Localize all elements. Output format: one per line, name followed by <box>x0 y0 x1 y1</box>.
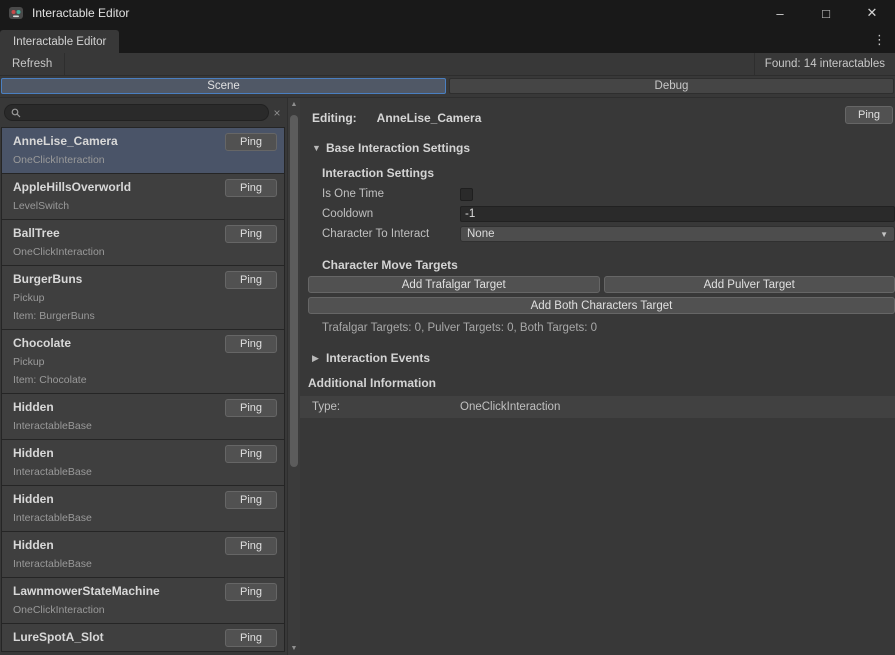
item-ping-button[interactable]: Ping <box>225 225 277 243</box>
type-row: Type: OneClickInteraction <box>300 396 895 418</box>
found-count-label: Found: 14 interactables <box>754 53 895 75</box>
clear-search-icon[interactable]: × <box>269 106 285 120</box>
toolbar: Refresh Found: 14 interactables <box>0 53 895 76</box>
is-one-time-row: Is One Time <box>322 184 895 204</box>
item-ping-button[interactable]: Ping <box>225 179 277 197</box>
add-both-targets-button[interactable]: Add Both Characters Target <box>308 297 895 314</box>
view-tabs: Scene Debug <box>0 76 895 98</box>
content: × AnneLise_Camera OneClickInteraction Pi… <box>0 98 895 655</box>
base-settings-label: Base Interaction Settings <box>326 141 470 155</box>
editing-row: Editing: AnneLise_Camera <box>312 108 895 128</box>
item-ping-button[interactable]: Ping <box>225 271 277 289</box>
item-ping-button[interactable]: Ping <box>225 629 277 647</box>
item-extra: Item: Chocolate <box>13 374 276 386</box>
list-item[interactable]: Hidden InteractableBase Ping <box>1 532 285 578</box>
list-item[interactable]: LawnmowerStateMachine OneClickInteractio… <box>1 578 285 624</box>
item-type: Pickup <box>13 292 276 304</box>
interaction-events-foldout[interactable]: ▶ Interaction Events <box>312 350 895 366</box>
is-one-time-checkbox[interactable] <box>460 188 473 201</box>
list-item[interactable]: Hidden InteractableBase Ping <box>1 486 285 532</box>
item-extra: Item: BurgerBuns <box>13 310 276 322</box>
item-type: InteractableBase <box>13 466 276 478</box>
list-item[interactable]: AppleHillsOverworld LevelSwitch Ping <box>1 174 285 220</box>
interaction-settings-header: Interaction Settings <box>322 166 895 180</box>
list-item[interactable]: AnneLise_Camera OneClickInteraction Ping <box>1 127 285 174</box>
window-title: Interactable Editor <box>32 6 129 20</box>
item-ping-button[interactable]: Ping <box>225 445 277 463</box>
maximize-icon[interactable]: □ <box>803 0 849 26</box>
interactable-list: AnneLise_Camera OneClickInteraction Ping… <box>0 127 287 655</box>
item-ping-button[interactable]: Ping <box>225 491 277 509</box>
kebab-menu-icon[interactable]: ⋮ <box>868 26 891 53</box>
type-label: Type: <box>312 401 460 413</box>
item-ping-button[interactable]: Ping <box>225 537 277 555</box>
list-item[interactable]: Hidden InteractableBase Ping <box>1 394 285 440</box>
item-ping-button[interactable]: Ping <box>225 335 277 353</box>
editor-tabstrip: Interactable Editor ⋮ <box>0 26 895 53</box>
targets-summary: Trafalgar Targets: 0, Pulver Targets: 0,… <box>322 322 895 334</box>
editing-label: Editing: <box>312 111 357 125</box>
target-buttons-row: Add Trafalgar Target Add Pulver Target <box>308 276 895 293</box>
minimize-icon[interactable]: – <box>757 0 803 26</box>
move-targets-header: Character Move Targets <box>322 258 895 272</box>
additional-info-header: Additional Information <box>308 376 895 390</box>
cooldown-row: Cooldown <box>322 204 895 224</box>
close-icon[interactable]: ✕ <box>849 0 895 26</box>
item-type: OneClickInteraction <box>13 246 276 258</box>
app-icon <box>8 5 24 21</box>
search-box[interactable] <box>4 104 269 121</box>
character-dropdown[interactable]: None ▼ <box>460 226 895 242</box>
item-type: InteractableBase <box>13 512 276 524</box>
is-one-time-label: Is One Time <box>322 188 460 200</box>
add-pulver-target-button[interactable]: Add Pulver Target <box>604 276 895 293</box>
titlebar: Interactable Editor – □ ✕ <box>0 0 895 26</box>
scrollbar-thumb[interactable] <box>290 115 298 467</box>
tab-interactable-editor[interactable]: Interactable Editor <box>0 30 119 53</box>
list-item[interactable]: BallTree OneClickInteraction Ping <box>1 220 285 266</box>
item-type: LevelSwitch <box>13 200 276 212</box>
list-item[interactable]: LureSpotA_Slot Ping <box>1 624 285 652</box>
base-settings-foldout[interactable]: ▼ Base Interaction Settings <box>312 140 895 156</box>
tab-debug[interactable]: Debug <box>449 78 894 94</box>
editing-panel: Editing: AnneLise_Camera Ping ▼ Base Int… <box>300 98 895 655</box>
character-row: Character To Interact None ▼ <box>322 224 895 244</box>
type-value: OneClickInteraction <box>460 401 560 413</box>
item-type: OneClickInteraction <box>13 154 276 166</box>
window-controls: – □ ✕ <box>757 0 895 26</box>
interaction-events-label: Interaction Events <box>326 351 430 365</box>
editing-value: AnneLise_Camera <box>377 111 482 125</box>
search-input[interactable] <box>25 107 262 119</box>
item-type: Pickup <box>13 356 276 368</box>
item-ping-button[interactable]: Ping <box>225 133 277 151</box>
character-label: Character To Interact <box>322 228 460 240</box>
search-row: × <box>4 103 285 122</box>
list-item[interactable]: BurgerBuns Pickup Item: BurgerBuns Ping <box>1 266 285 330</box>
character-dropdown-value: None <box>467 228 495 240</box>
cooldown-label: Cooldown <box>322 208 460 220</box>
item-ping-button[interactable]: Ping <box>225 399 277 417</box>
scroll-up-icon[interactable]: ▲ <box>288 98 300 111</box>
editing-ping-button[interactable]: Ping <box>845 106 893 124</box>
scroll-down-icon[interactable]: ▼ <box>288 642 300 655</box>
search-icon <box>11 108 21 118</box>
list-item[interactable]: Chocolate Pickup Item: Chocolate Ping <box>1 330 285 394</box>
cooldown-field[interactable] <box>460 206 895 222</box>
chevron-down-icon: ▼ <box>312 143 326 153</box>
tab-scene[interactable]: Scene <box>1 78 446 94</box>
list-scrollbar[interactable]: ▲ ▼ <box>287 98 300 655</box>
add-trafalgar-target-button[interactable]: Add Trafalgar Target <box>308 276 600 293</box>
chevron-right-icon: ▶ <box>312 353 326 364</box>
item-ping-button[interactable]: Ping <box>225 583 277 601</box>
dropdown-arrow-icon: ▼ <box>880 230 888 239</box>
item-type: InteractableBase <box>13 420 276 432</box>
list-item[interactable]: Hidden InteractableBase Ping <box>1 440 285 486</box>
refresh-button[interactable]: Refresh <box>0 53 65 75</box>
item-type: InteractableBase <box>13 558 276 570</box>
item-type: OneClickInteraction <box>13 604 276 616</box>
scene-list-panel: × AnneLise_Camera OneClickInteraction Pi… <box>0 98 287 655</box>
